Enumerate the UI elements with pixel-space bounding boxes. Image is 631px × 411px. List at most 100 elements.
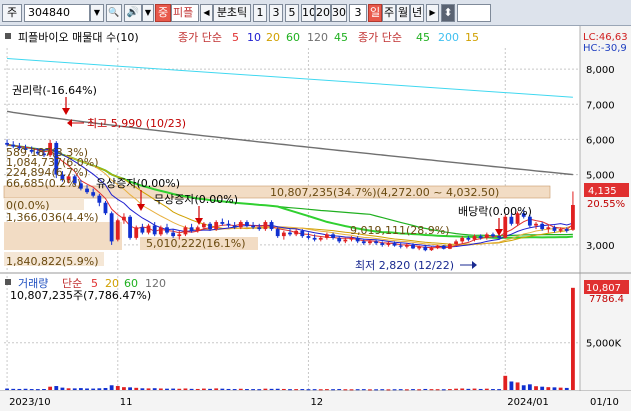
candle-body bbox=[251, 225, 256, 228]
candle-body bbox=[441, 245, 446, 249]
volume-bar bbox=[189, 388, 194, 390]
volume-bar bbox=[460, 388, 465, 390]
candle-body bbox=[269, 222, 274, 230]
legend-ma-60: 60 bbox=[286, 31, 300, 44]
day-button[interactable]: 일 bbox=[368, 4, 382, 22]
volume-bar bbox=[109, 385, 114, 390]
candle-body bbox=[238, 222, 243, 228]
candle-body bbox=[306, 236, 311, 238]
volume-bar bbox=[220, 388, 225, 390]
candle-body bbox=[208, 223, 212, 230]
candle-body bbox=[300, 230, 305, 237]
volume-profile-bar-1 bbox=[4, 222, 122, 250]
volume-bar bbox=[503, 375, 508, 390]
profile-label-6: 5,010,222(16.1%) bbox=[146, 237, 246, 250]
volume-bar bbox=[386, 389, 391, 391]
candle-body bbox=[201, 223, 206, 228]
legend-ma2-15: 15 bbox=[465, 31, 479, 44]
candle-body bbox=[398, 245, 403, 247]
week-button[interactable]: 주 bbox=[382, 4, 396, 22]
candle-body bbox=[484, 234, 489, 238]
volume-bar bbox=[35, 389, 40, 391]
next-arrow-icon[interactable]: ▶ bbox=[426, 4, 439, 22]
volume-bar bbox=[232, 389, 237, 391]
volume-bar bbox=[140, 388, 145, 390]
legend-ma2-200: 200 bbox=[438, 31, 459, 44]
volume-bar bbox=[435, 389, 440, 391]
volume-bar bbox=[72, 388, 77, 390]
volume-bar bbox=[466, 388, 471, 390]
month-button[interactable]: 월 bbox=[396, 4, 410, 22]
volume-bar bbox=[312, 389, 317, 391]
volume-legend-marker-icon bbox=[5, 279, 11, 285]
rights-drop-label: 권리락(-16.64%) bbox=[12, 84, 97, 97]
lc-label: LC:46,63 bbox=[583, 32, 628, 43]
candle-body bbox=[220, 222, 225, 224]
volume-bar bbox=[226, 388, 231, 390]
volume-bar bbox=[534, 386, 538, 390]
prev-arrow-icon[interactable]: ◀ bbox=[200, 4, 213, 22]
sound-dropdown-icon[interactable]: ▼ bbox=[142, 4, 154, 22]
candle-body bbox=[195, 227, 200, 231]
volume-bar bbox=[497, 389, 502, 391]
volume-bar bbox=[411, 389, 415, 391]
candle-body bbox=[546, 227, 551, 230]
search-icon[interactable]: 🔍 bbox=[106, 4, 122, 22]
legend-ma2-prefix: 종가 단순 bbox=[358, 31, 402, 44]
profile-label-4: 66,685(0.2%) bbox=[6, 177, 81, 190]
period-button-10[interactable]: 10 bbox=[301, 4, 315, 22]
candle-body bbox=[527, 216, 532, 226]
price-tick-label: 8,000 bbox=[586, 65, 615, 76]
candle-body bbox=[343, 239, 348, 242]
legend-ma-45: 45 bbox=[334, 31, 348, 44]
volume-bar bbox=[521, 385, 526, 390]
volume-bar bbox=[195, 388, 200, 390]
period-button-20[interactable]: 20 bbox=[315, 4, 331, 22]
candle-body bbox=[349, 237, 354, 240]
period-count-input[interactable]: 3 bbox=[349, 4, 367, 22]
toolbar-extra-field[interactable] bbox=[457, 4, 491, 22]
paid-in-label: 유상증자(0.00%) bbox=[96, 177, 180, 190]
candle-body bbox=[275, 229, 280, 237]
candle-body bbox=[460, 237, 465, 242]
period-button-30[interactable]: 30 bbox=[331, 4, 347, 22]
volume-bar bbox=[429, 389, 434, 391]
updown-icon[interactable]: ⬍ bbox=[441, 4, 455, 22]
period-tick-button[interactable]: 분초틱 bbox=[213, 4, 251, 22]
candle-body bbox=[361, 241, 366, 244]
volume-bar bbox=[300, 389, 305, 391]
candle-body bbox=[5, 142, 9, 145]
candle-body bbox=[497, 236, 502, 238]
volume-bar bbox=[540, 386, 545, 390]
volume-bar bbox=[245, 389, 249, 391]
sound-icon[interactable]: 🔊 bbox=[124, 4, 142, 22]
current-price-text: 4,135 bbox=[588, 186, 617, 197]
volume-bar bbox=[134, 387, 139, 390]
candle-body bbox=[281, 232, 286, 237]
volume-bar bbox=[23, 388, 28, 390]
legend-ma-20: 20 bbox=[266, 31, 280, 44]
legend-ma-prefix: 종가 단순 bbox=[178, 31, 222, 44]
volume-bar bbox=[448, 389, 452, 391]
period-button-5[interactable]: 5 bbox=[285, 4, 299, 22]
candle-body bbox=[226, 223, 231, 226]
toolbar: 주 304840 ▼ 🔍 🔊 ▼ 중 피플 ◀ 분초틱 1 3 5 10 20 … bbox=[0, 0, 631, 26]
volume-bar bbox=[48, 386, 53, 390]
volume-bar bbox=[152, 388, 157, 390]
period-button-3[interactable]: 3 bbox=[269, 4, 283, 22]
year-button[interactable]: 년 bbox=[410, 4, 424, 22]
period-button-1[interactable]: 1 bbox=[253, 4, 267, 22]
code-input[interactable]: 304840 bbox=[24, 4, 90, 22]
volume-bar bbox=[183, 388, 188, 390]
volume-bar bbox=[115, 386, 120, 390]
volume-bar bbox=[165, 388, 169, 390]
candle-body bbox=[540, 223, 545, 230]
candle-body bbox=[318, 237, 323, 240]
legend-ma-5: 5 bbox=[232, 31, 239, 44]
market-select[interactable]: 주 bbox=[2, 4, 22, 22]
volume-bar bbox=[128, 387, 132, 390]
volume-bar bbox=[306, 389, 311, 391]
code-dropdown-icon[interactable]: ▼ bbox=[90, 4, 104, 22]
candle-body bbox=[571, 204, 575, 230]
volume-bar bbox=[484, 388, 489, 390]
